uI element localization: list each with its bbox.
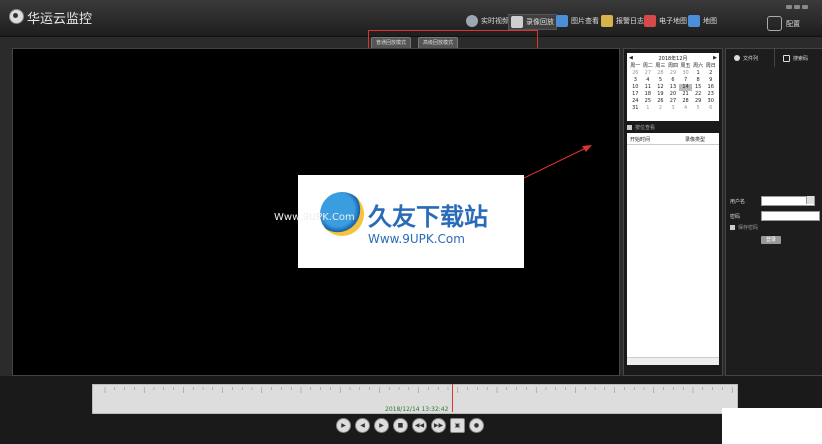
calendar-day[interactable]: 9 <box>704 77 717 84</box>
calendar-day[interactable]: 29 <box>667 70 680 77</box>
calendar-day[interactable]: 6 <box>667 77 680 84</box>
calendar: ◀ 2018年12月 ▶ 周一 周二 周三 周四 周五 周六 周日 26 27 28 29 30 1 2 3… <box>627 53 719 121</box>
record-icon[interactable]: ● <box>469 418 484 433</box>
recording-list[interactable]: 开始时间 录像类型 <box>627 133 719 365</box>
calendar-day[interactable]: 26 <box>654 98 667 105</box>
calendar-weekday: 周六 <box>693 63 704 69</box>
list-divider <box>627 144 719 145</box>
list-header-record-type: 录像类型 <box>685 137 706 143</box>
calendar-day[interactable]: 30 <box>704 98 717 105</box>
tab-divider <box>774 49 775 67</box>
password-input[interactable] <box>761 211 820 221</box>
calendar-weekday: 周日 <box>705 63 716 69</box>
calendar-day[interactable]: 25 <box>642 98 655 105</box>
calendar-day[interactable]: 3 <box>629 77 642 84</box>
search-code-icon <box>783 54 790 62</box>
calendar-day[interactable]: 30 <box>679 70 692 77</box>
calendar-day[interactable]: 22 <box>692 91 705 98</box>
fast-icon[interactable]: ▶ <box>374 418 389 433</box>
watermark-side-text: Www.9UPK.Com <box>274 212 355 223</box>
stop-icon[interactable]: ■ <box>393 418 408 433</box>
calendar-day[interactable]: 28 <box>654 70 667 77</box>
calendar-weekday: 周五 <box>680 63 691 69</box>
next-month-icon[interactable]: ▶ <box>713 55 717 61</box>
rewind-icon[interactable]: ◀◀ <box>412 418 427 433</box>
calendar-day[interactable]: 1 <box>642 105 655 112</box>
calendar-day[interactable]: 15 <box>692 84 705 91</box>
calendar-day[interactable]: 21 <box>679 91 692 98</box>
calendar-panel: ◀ 2018年12月 ▶ 周一 周二 周三 周四 周五 周六 周日 26 27 28 29 30 1 2 3… <box>623 48 723 376</box>
password-label: 密码 <box>730 214 741 220</box>
calendar-day[interactable]: 24 <box>629 98 642 105</box>
view-by-position-checkbox[interactable] <box>627 125 632 130</box>
calendar-day[interactable]: 27 <box>667 98 680 105</box>
username-label: 用户名 <box>730 199 746 205</box>
tab-file-list[interactable]: 文件列 <box>734 52 758 64</box>
calendar-day[interactable]: 2 <box>654 105 667 112</box>
list-scrollbar[interactable] <box>627 357 719 365</box>
play-icon[interactable]: ▶ <box>336 418 351 433</box>
screenshot-icon[interactable]: ▣ <box>450 418 465 433</box>
calendar-day[interactable]: 14 <box>679 84 692 91</box>
calendar-day[interactable]: 31 <box>629 105 642 112</box>
calendar-day[interactable]: 2 <box>704 70 717 77</box>
file-list-icon <box>734 55 740 61</box>
calendar-day[interactable]: 28 <box>679 98 692 105</box>
calendar-day[interactable]: 3 <box>667 105 680 112</box>
calendar-weekday: 周四 <box>667 63 678 69</box>
calendar-day[interactable]: 27 <box>642 70 655 77</box>
calendar-day[interactable]: 26 <box>629 70 642 77</box>
calendar-day[interactable]: 5 <box>654 77 667 84</box>
calendar-day[interactable]: 13 <box>667 84 680 91</box>
calendar-day[interactable]: 4 <box>679 105 692 112</box>
username-dropdown-icon[interactable] <box>806 196 814 204</box>
calendar-day[interactable]: 12 <box>654 84 667 91</box>
timeline-playhead[interactable] <box>452 384 453 412</box>
calendar-day[interactable]: 19 <box>654 91 667 98</box>
blank-area <box>722 408 822 444</box>
calendar-day[interactable]: 8 <box>692 77 705 84</box>
calendar-month: 2018年12月 <box>658 56 688 62</box>
calendar-day[interactable]: 23 <box>704 91 717 98</box>
tab-search-code[interactable]: 搜索码 <box>783 52 808 64</box>
calendar-day[interactable]: 4 <box>642 77 655 84</box>
view-by-position-label: 按位查看 <box>635 125 656 131</box>
calendar-day[interactable]: 1 <box>692 70 705 77</box>
login-button[interactable]: 登录 <box>761 236 781 244</box>
calendar-day[interactable]: 7 <box>679 77 692 84</box>
list-header-start-time: 开始时间 <box>630 137 651 143</box>
calendar-day[interactable]: 5 <box>692 105 705 112</box>
timeline-timestamp: 2018/12/14 13:32:42 <box>385 406 449 413</box>
slow-icon[interactable]: ◀ <box>355 418 370 433</box>
calendar-weekday: 周一 <box>630 63 641 69</box>
calendar-weekday: 周三 <box>655 63 666 69</box>
right-panel: 文件列 搜索码 用户名 密码 保存密码 登录 <box>725 48 822 376</box>
watermark-url: Www.9UPK.Com <box>368 232 465 246</box>
calendar-day[interactable]: 16 <box>704 84 717 91</box>
watermark-title: 久友下载站 <box>368 202 488 231</box>
playback-controls: ▶ ◀ ▶ ■ ◀◀ ▶▶ ▣ ● <box>336 418 484 433</box>
calendar-day[interactable]: 11 <box>642 84 655 91</box>
calendar-day[interactable]: 10 <box>629 84 642 91</box>
calendar-grid: 周一 周二 周三 周四 周五 周六 周日 26 27 28 29 30 1 2 3 4 5 6 7 8 9 10 11 12 1… <box>629 63 717 112</box>
calendar-day[interactable]: 20 <box>667 91 680 98</box>
calendar-weekday: 周二 <box>642 63 653 69</box>
forward-icon[interactable]: ▶▶ <box>431 418 446 433</box>
calendar-day[interactable]: 29 <box>692 98 705 105</box>
calendar-day[interactable]: 17 <box>629 91 642 98</box>
calendar-day[interactable]: 6 <box>704 105 717 112</box>
remember-password-label: 保存密码 <box>738 225 759 231</box>
remember-password-checkbox[interactable] <box>730 225 735 230</box>
calendar-day[interactable]: 18 <box>642 91 655 98</box>
